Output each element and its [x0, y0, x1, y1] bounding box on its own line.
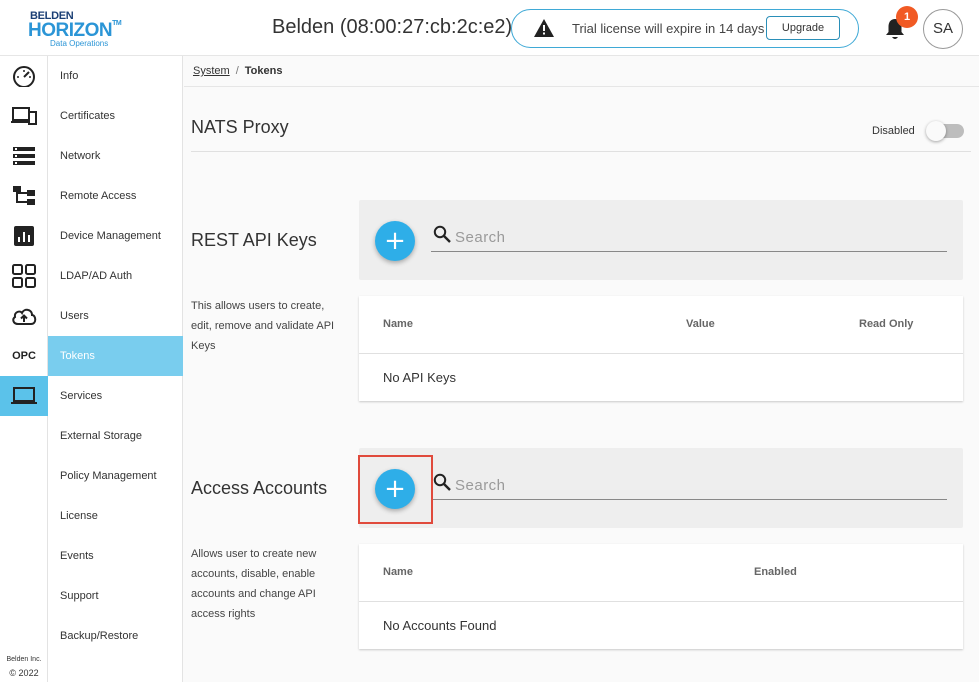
breadcrumb-current: Tokens — [244, 65, 283, 77]
cloud-upload-icon — [12, 308, 37, 325]
api-keys-search-input[interactable] — [455, 226, 935, 248]
access-accounts-description: Allows user to create new accounts, disa… — [191, 548, 317, 620]
access-accounts-empty-message: No Accounts Found — [383, 618, 497, 633]
upgrade-button[interactable]: Upgrade — [766, 16, 840, 40]
subnav-item-certificates[interactable]: Certificates — [48, 96, 183, 136]
subnav-item-ldap-ad-auth[interactable]: LDAP/AD Auth — [48, 256, 183, 296]
rail-item-system[interactable] — [0, 376, 48, 416]
devices-icon — [11, 107, 37, 125]
search-icon — [433, 225, 451, 243]
access-accounts-toolbar: + — [359, 448, 963, 528]
warning-icon — [534, 19, 554, 37]
speedometer-icon — [13, 66, 35, 87]
rail-item-apps[interactable] — [0, 256, 48, 296]
subnav-item-network[interactable]: Network — [48, 136, 183, 176]
search-icon — [433, 473, 451, 491]
subnav-item-events[interactable]: Events — [48, 536, 183, 576]
nats-proxy-toggle[interactable] — [926, 121, 964, 141]
laptop-icon — [11, 387, 37, 404]
api-keys-empty-message: No API Keys — [383, 370, 456, 385]
subnav-item-device-management[interactable]: Device Management — [48, 216, 183, 256]
nats-proxy-toggle-label: Disabled — [872, 125, 915, 137]
access-accounts-column-enabled[interactable]: Enabled — [754, 566, 797, 578]
breadcrumb-separator: / — [235, 65, 239, 77]
copyright-company: Belden Inc. — [6, 656, 42, 663]
app-header: BELDEN HORIZONTM Data Operations Belden … — [0, 0, 979, 56]
access-accounts-column-name[interactable]: Name — [383, 566, 413, 578]
module-icon-rail: OPC Belden Inc. © 2022 — [0, 56, 48, 682]
rail-item-opc[interactable]: OPC — [0, 336, 48, 376]
access-accounts-search — [431, 472, 947, 500]
api-keys-table: Name Value Read Only No API Keys — [359, 296, 963, 401]
subnav-item-license[interactable]: License — [48, 496, 183, 536]
rest-api-keys-description: This allows users to create, edit, remov… — [191, 300, 335, 352]
trial-license-message: Trial license will expire in 14 days — [572, 21, 765, 36]
table-header-divider — [359, 353, 963, 354]
hierarchy-icon — [13, 186, 35, 205]
copyright-year: © 2022 — [9, 668, 39, 678]
subnav-item-policy-management[interactable]: Policy Management — [48, 456, 183, 496]
rail-item-cloud[interactable] — [0, 296, 48, 336]
subnav-item-services[interactable]: Services — [48, 376, 183, 416]
subnav-item-tokens[interactable]: Tokens — [48, 336, 183, 376]
api-keys-search — [431, 224, 947, 252]
subnav-item-users[interactable]: Users — [48, 296, 183, 336]
breadcrumb-link-system[interactable]: System — [193, 65, 230, 77]
rail-item-devices[interactable] — [0, 96, 48, 136]
rest-api-keys-title: REST API Keys — [191, 230, 317, 250]
add-api-key-button[interactable]: + — [375, 221, 415, 261]
notification-count-badge: 1 — [896, 6, 918, 28]
rail-item-storage[interactable] — [0, 136, 48, 176]
nats-proxy-title: NATS Proxy — [191, 117, 289, 137]
api-keys-column-read-only[interactable]: Read Only — [859, 318, 913, 330]
system-subnav: Info Certificates Network Remote Access … — [48, 56, 183, 682]
table-header-divider — [359, 601, 963, 602]
rail-item-dashboard[interactable] — [0, 56, 48, 96]
nats-proxy-divider — [191, 151, 971, 152]
highlight-box — [358, 455, 433, 524]
belden-horizon-logo[interactable]: BELDEN HORIZONTM Data Operations — [28, 10, 128, 48]
toggle-knob — [926, 121, 946, 141]
subnav-item-support[interactable]: Support — [48, 576, 183, 616]
rail-item-analytics[interactable] — [0, 216, 48, 256]
api-keys-column-name[interactable]: Name — [383, 318, 413, 330]
rest-api-keys-toolbar: + — [359, 200, 963, 280]
logo-tagline-text: Data Operations — [50, 39, 109, 48]
user-avatar[interactable]: SA — [923, 9, 963, 49]
subnav-item-external-storage[interactable]: External Storage — [48, 416, 183, 456]
device-title: Belden (08:00:27:cb:2c:e2) — [272, 16, 513, 38]
rail-item-topology[interactable] — [0, 176, 48, 216]
opc-label: OPC — [12, 350, 36, 362]
access-accounts-title: Access Accounts — [191, 478, 328, 498]
access-accounts-search-input[interactable] — [455, 474, 935, 496]
bar-chart-icon — [14, 226, 34, 246]
subnav-item-backup-restore[interactable]: Backup/Restore — [48, 616, 183, 656]
breadcrumb-divider — [184, 86, 979, 87]
subnav-item-remote-access[interactable]: Remote Access — [48, 176, 183, 216]
trial-license-banner: Trial license will expire in 14 days Upg… — [511, 9, 859, 48]
access-accounts-table: Name Enabled No Accounts Found — [359, 544, 963, 649]
subnav-item-info[interactable]: Info — [48, 56, 183, 96]
breadcrumb: System / Tokens — [193, 65, 282, 77]
apps-grid-icon — [12, 264, 36, 288]
server-list-icon — [13, 147, 35, 165]
api-keys-column-value[interactable]: Value — [686, 318, 715, 330]
